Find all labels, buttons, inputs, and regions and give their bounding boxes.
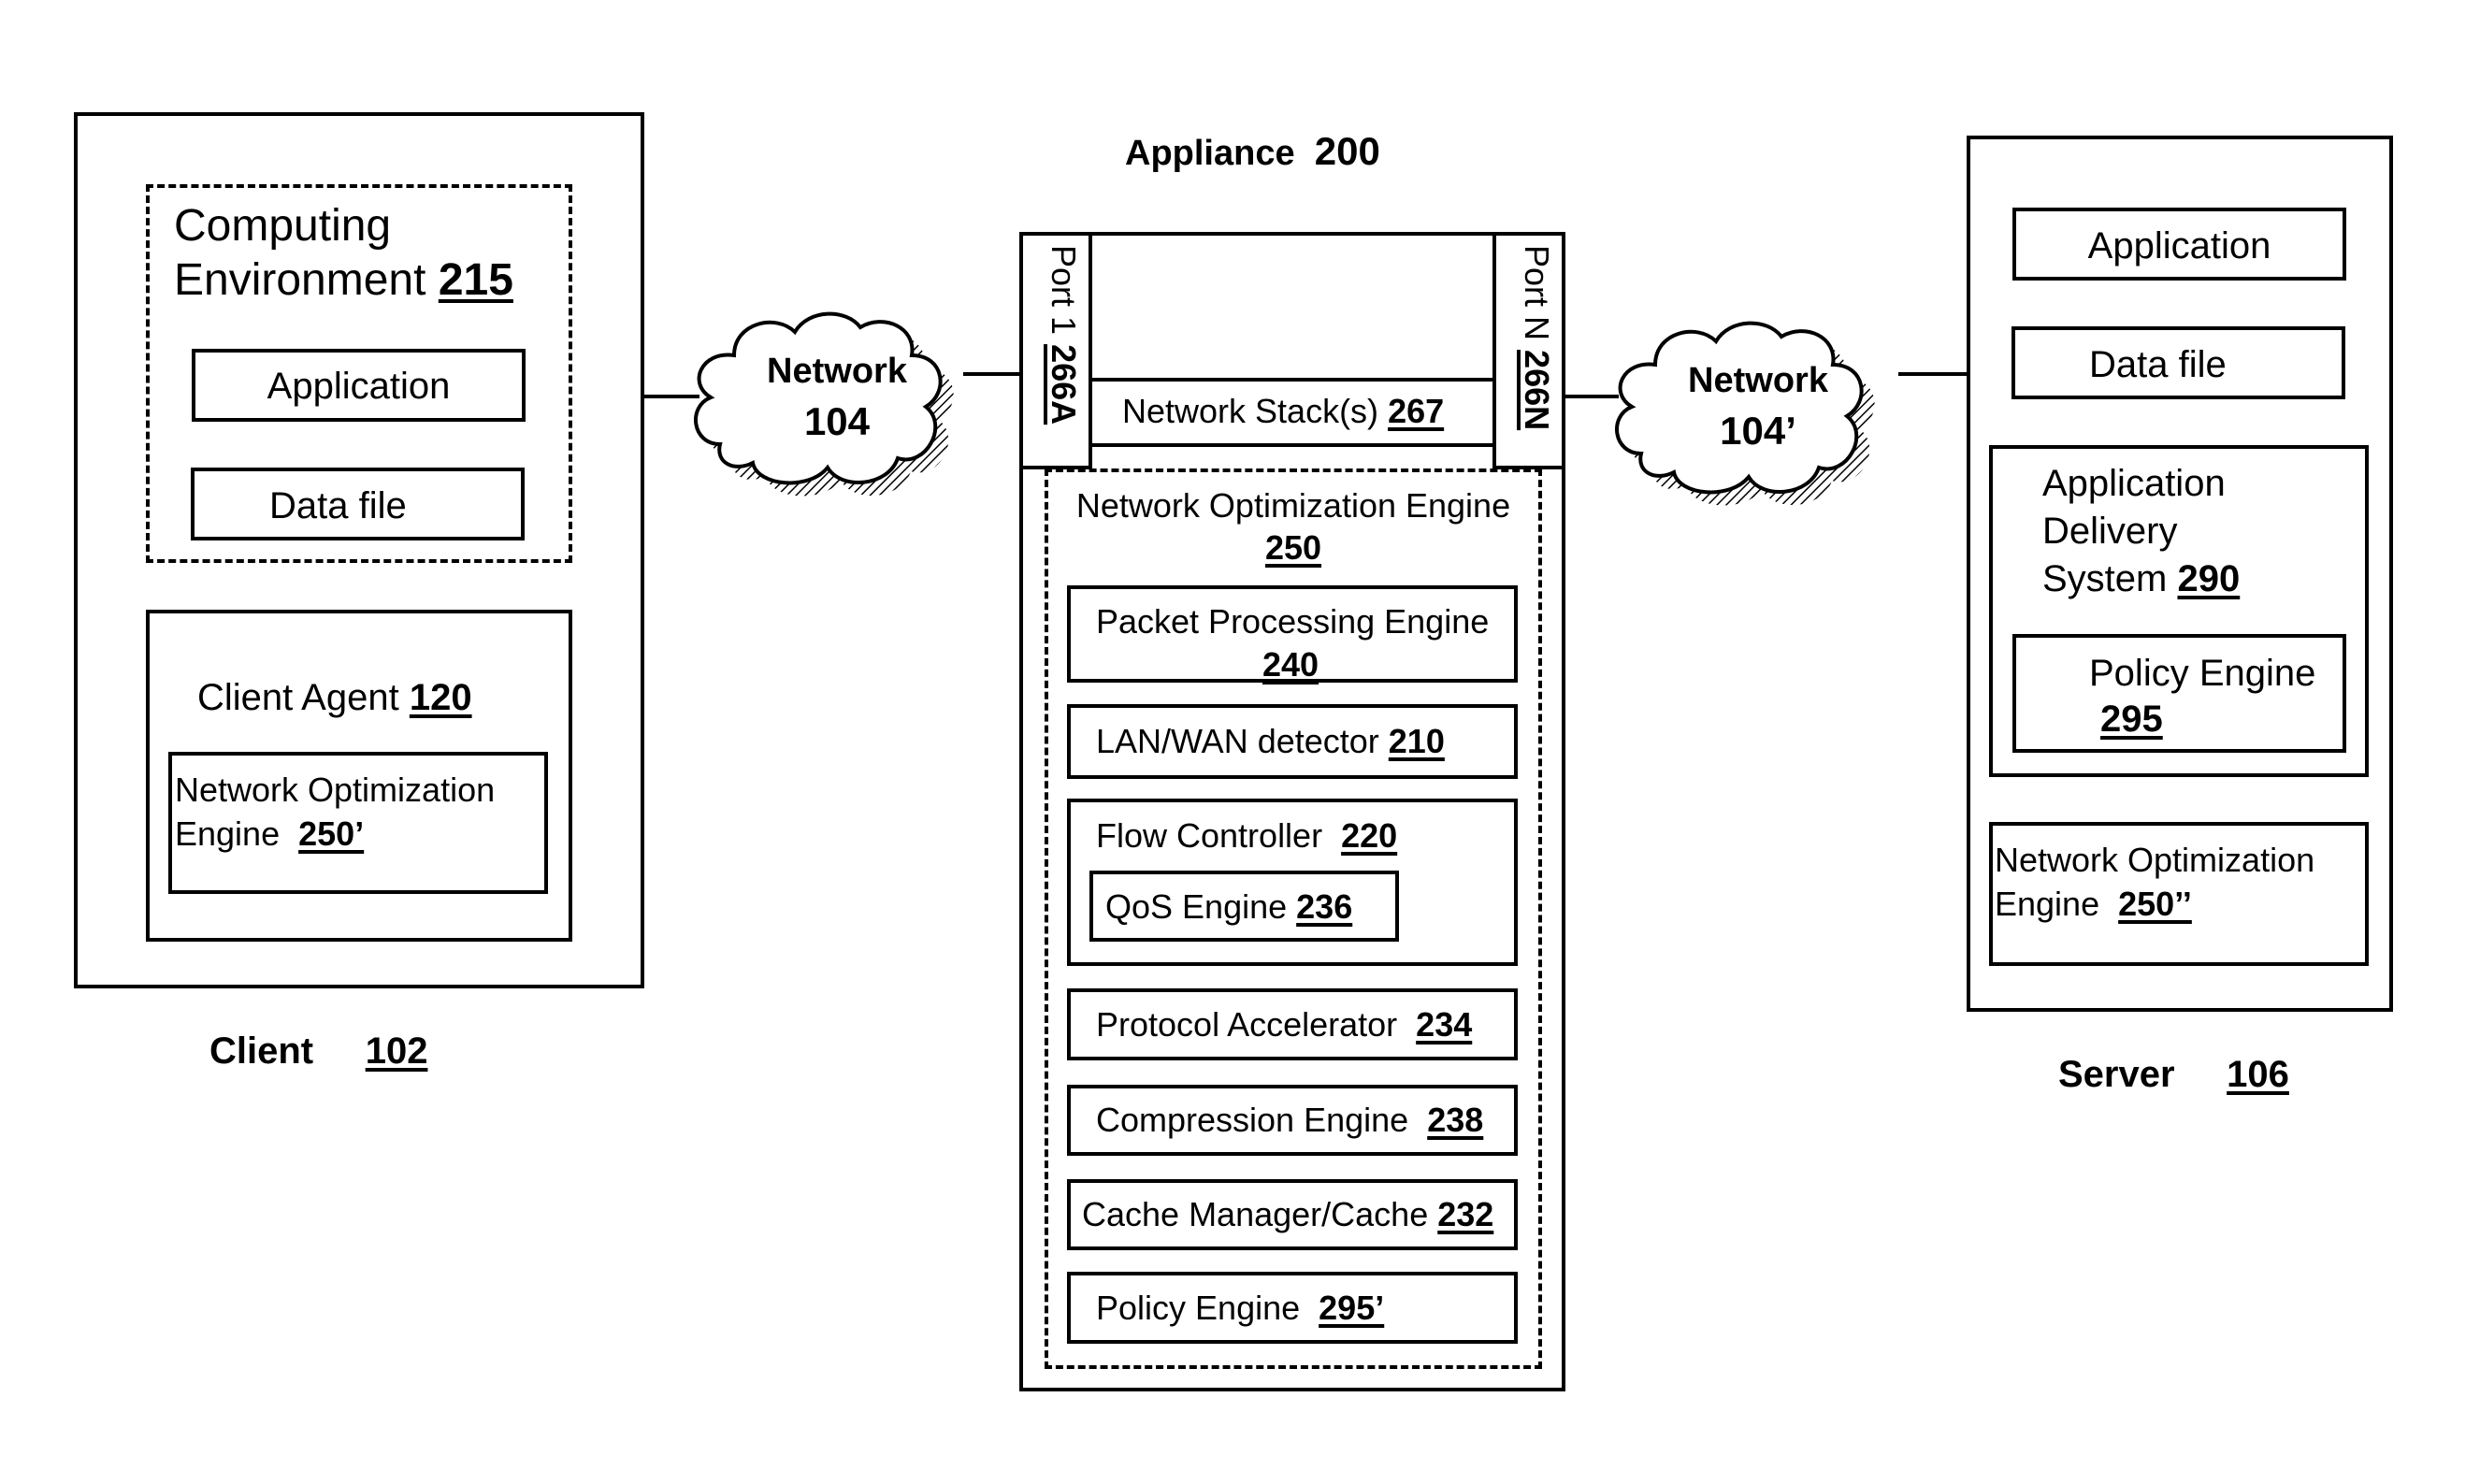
client-noe-ref: 250’ <box>298 814 365 853</box>
client-agent-ref: 120 <box>409 677 472 718</box>
port-1-label: Port 1 266A <box>1045 245 1083 425</box>
server-noe-label: Network Optimization Engine 250’’ <box>1995 841 2315 923</box>
server-policy-engine-ref: 295 <box>2100 699 2163 740</box>
packet-processing-engine-label: Packet Processing Engine <box>1096 602 1490 641</box>
server-caption: Server 106 <box>2058 1054 2289 1095</box>
qos-engine-ref: 236 <box>1296 887 1353 926</box>
server-data-file-label: Data file <box>2089 344 2227 385</box>
port-n-ref: 266N <box>1518 350 1556 431</box>
network-stack-label: Network Stack(s) 267 <box>1122 392 1445 430</box>
client-agent-label: Client Agent 120 <box>197 677 472 718</box>
flow-controller-label: Flow Controller 220 <box>1096 816 1398 855</box>
computing-environment-ref: 215 <box>438 254 513 305</box>
appliance-caption: Appliance 200 <box>1125 129 1380 173</box>
appliance-policy-engine-ref: 295’ <box>1319 1289 1385 1327</box>
port-1-ref: 266A <box>1045 344 1083 425</box>
flow-controller-ref: 220 <box>1341 816 1398 855</box>
lan-wan-detector-ref: 210 <box>1388 722 1445 760</box>
client-caption: Client 102 <box>209 1030 428 1072</box>
protocol-accelerator-label: Protocol Accelerator 234 <box>1096 1005 1473 1044</box>
network-stack-ref: 267 <box>1388 392 1445 430</box>
port-n-label: Port N 266N <box>1518 245 1556 431</box>
client-noe-label: Network Optimization Engine 250’ <box>175 771 496 853</box>
cache-manager-label: Cache Manager/Cache 232 <box>1082 1195 1494 1233</box>
appliance-ref: 200 <box>1314 129 1380 173</box>
link-network104b-server <box>1898 372 1968 376</box>
packet-processing-engine-ref: 240 <box>1262 645 1319 684</box>
client-ref: 102 <box>365 1030 428 1072</box>
server-application-label: Application <box>2087 225 2271 267</box>
protocol-accelerator-ref: 234 <box>1416 1005 1473 1044</box>
client-application-label: Application <box>267 366 451 407</box>
server-policy-engine-label: Policy Engine <box>2089 653 2316 694</box>
network-104b-label: Network 104’ <box>1688 361 1828 454</box>
qos-engine-label: QoS Engine 236 <box>1105 887 1353 926</box>
compression-engine-ref: 238 <box>1427 1101 1484 1139</box>
client-data-file-label: Data file <box>269 485 407 526</box>
appliance-noe-label: Network Optimization Engine 250 <box>1045 484 1542 569</box>
application-delivery-system-label: Application Delivery System 290 <box>2042 463 2241 599</box>
network-104-label: Network 104 <box>767 352 907 444</box>
appliance-noe-ref: 250 <box>1264 528 1322 567</box>
server-ref: 106 <box>2227 1054 2289 1095</box>
appliance-policy-engine-label: Policy Engine 295’ <box>1096 1289 1385 1327</box>
compression-engine-label: Compression Engine 238 <box>1096 1101 1484 1139</box>
lan-wan-detector-label: LAN/WAN detector 210 <box>1096 722 1445 760</box>
application-delivery-system-ref: 290 <box>2177 557 2241 599</box>
cache-manager-ref: 232 <box>1437 1195 1494 1233</box>
server-noe-ref: 250’’ <box>2118 884 2192 923</box>
computing-environment-label: Computing Environment 215 <box>174 201 513 305</box>
